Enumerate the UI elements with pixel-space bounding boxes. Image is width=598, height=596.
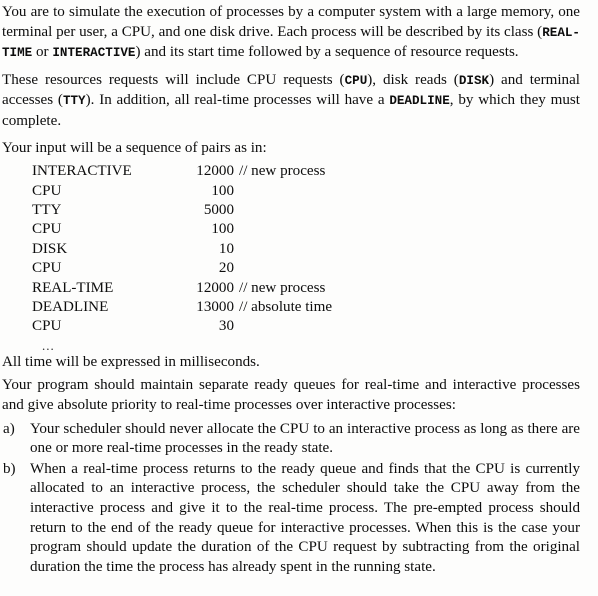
listing-keyword: CPU [32, 182, 62, 199]
listing-comment [234, 182, 332, 201]
list-item: a) Your scheduler should never allocate … [2, 420, 580, 459]
listing-comment: // new process [239, 279, 326, 296]
list-item-marker: a) [3, 420, 15, 437]
listing-row: CPU 30 [2, 317, 332, 336]
code-term-cpu: CPU [344, 73, 368, 88]
listing-value: 5000 [203, 201, 234, 218]
listing-row: CPU 20 [2, 259, 332, 278]
document-page: You are to simulate the execution of pro… [0, 0, 598, 596]
listing-keyword: CPU [32, 318, 62, 335]
listing-keyword: DISK [32, 240, 68, 257]
listing-row: INTERACTIVE 12000 // new process [2, 162, 332, 181]
listing-ellipsis: ... [42, 337, 55, 353]
listing-comment: // new process [239, 163, 326, 180]
paragraph-intro-1: You are to simulate the execution of pro… [2, 3, 580, 64]
listing-value: 20 [218, 260, 234, 277]
paragraph-intro-2-part-2: ), disk reads ( [367, 71, 459, 88]
listing-comment [234, 201, 332, 220]
paragraph-ready-queues: Your program should maintain separate re… [2, 377, 580, 413]
listing-row: CPU 100 [2, 182, 332, 201]
listing-value: 12000 [196, 279, 234, 296]
listing-value: 12000 [196, 163, 234, 180]
list-item: b) When a real-time process returns to t… [2, 460, 580, 578]
paragraph-milliseconds: All time will be expressed in millisecon… [2, 353, 260, 370]
input-listing-body: INTERACTIVE 12000 // new process CPU 100… [2, 162, 332, 337]
listing-value: 100 [211, 182, 234, 199]
code-term-disk: DISK [458, 73, 490, 88]
list-item-text: Your scheduler should never allocate the… [30, 420, 580, 457]
listing-row: DEADLINE 13000 // absolute time [2, 298, 332, 317]
listing-keyword: TTY [32, 201, 62, 218]
listing-keyword: INTERACTIVE [32, 163, 132, 180]
listing-row: CPU 100 [2, 220, 332, 239]
listing-value: 13000 [196, 299, 234, 315]
paragraph-intro-1-mid: or [32, 44, 53, 61]
input-listing-table: INTERACTIVE 12000 // new process CPU 100… [2, 162, 332, 337]
paragraph-intro-2-part-4: ). In addition, all real-time processes … [85, 92, 390, 109]
paragraph-intro-2: These resources requests will include CP… [2, 71, 580, 132]
listing-value: 100 [211, 221, 234, 238]
list-item-text: When a real-time process returns to the … [30, 460, 580, 575]
listing-row: REAL-TIME 12000 // new process [2, 279, 332, 298]
code-term-deadline: DEADLINE [389, 94, 450, 109]
listing-row: DISK 10 [2, 240, 332, 259]
listing-keyword: REAL-TIME [32, 279, 114, 296]
listing-comment [234, 220, 332, 239]
listing-keyword: DEADLINE [32, 299, 109, 315]
listing-row: TTY 5000 [2, 201, 332, 220]
listing-keyword: CPU [32, 221, 62, 238]
paragraph-input-lead: Your input will be a sequence of pairs a… [2, 139, 267, 156]
listing-comment [234, 317, 332, 336]
paragraph-intro-2-part-1: These resources requests will include CP… [2, 71, 345, 88]
listing-comment [234, 240, 332, 259]
list-item-marker: b) [3, 460, 16, 477]
listing-keyword: CPU [32, 260, 62, 277]
paragraph-intro-1-end: ) and its start time followed by a seque… [135, 44, 519, 61]
code-term-interactive: INTERACTIVE [52, 46, 136, 61]
lettered-list: a) Your scheduler should never allocate … [2, 420, 580, 578]
listing-comment [234, 259, 332, 278]
code-term-tty: TTY [62, 94, 86, 109]
listing-value: 30 [218, 318, 234, 335]
listing-comment: // absolute time [239, 299, 333, 315]
listing-value: 10 [218, 240, 234, 257]
paragraph-intro-1-part-1: You are to simulate the execution of pro… [2, 4, 580, 40]
